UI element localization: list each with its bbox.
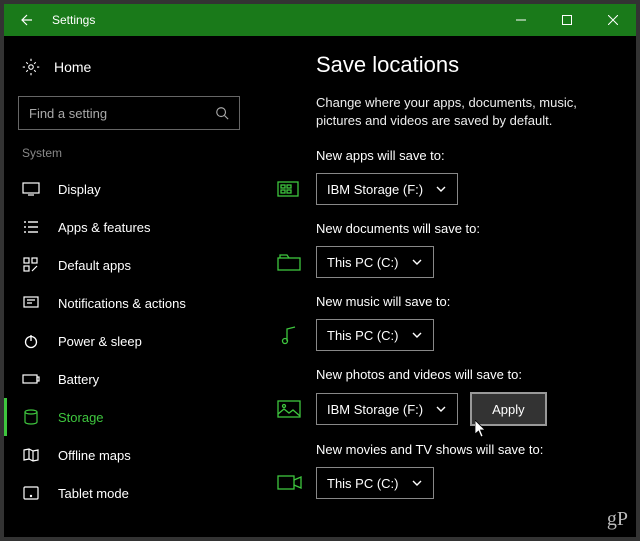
dropdown-value: This PC (C:) <box>327 476 399 491</box>
movies-drive-icon <box>276 472 304 494</box>
tablet-icon <box>22 484 40 502</box>
music-drive-icon <box>276 324 304 346</box>
section-label: System <box>4 146 254 170</box>
home-label: Home <box>54 59 91 75</box>
sidebar-item-storage[interactable]: Storage <box>4 398 254 436</box>
setting-label: New photos and videos will save to: <box>316 367 608 382</box>
map-icon <box>22 446 40 464</box>
chevron-down-icon <box>411 256 423 268</box>
chevron-down-icon <box>435 183 447 195</box>
music-location-dropdown[interactable]: This PC (C:) <box>316 319 434 351</box>
setting-label: New apps will save to: <box>316 148 608 163</box>
setting-label: New music will save to: <box>316 294 608 309</box>
minimize-button[interactable] <box>498 4 544 36</box>
sidebar-item-label: Display <box>58 182 101 197</box>
setting-photos: New photos and videos will save to: IBM … <box>316 367 608 426</box>
sidebar-item-label: Storage <box>58 410 104 425</box>
sidebar-item-offline-maps[interactable]: Offline maps <box>4 436 254 474</box>
setting-movies: New movies and TV shows will save to: Th… <box>316 442 608 499</box>
home-button[interactable]: Home <box>4 50 254 84</box>
maximize-button[interactable] <box>544 4 590 36</box>
sidebar-item-display[interactable]: Display <box>4 170 254 208</box>
display-icon <box>22 180 40 198</box>
photos-drive-icon <box>276 398 304 420</box>
sidebar-item-label: Battery <box>58 372 99 387</box>
setting-documents: New documents will save to: This PC (C:) <box>316 221 608 278</box>
sidebar-item-label: Apps & features <box>58 220 151 235</box>
photos-location-dropdown[interactable]: IBM Storage (F:) <box>316 393 458 425</box>
back-arrow-icon <box>18 12 34 28</box>
storage-icon <box>22 408 40 426</box>
page-description: Change where your apps, documents, music… <box>316 94 608 130</box>
apply-label: Apply <box>492 402 525 417</box>
sidebar-item-notifications[interactable]: Notifications & actions <box>4 284 254 322</box>
sidebar: Home Find a setting System Display Apps … <box>4 36 254 537</box>
window-title: Settings <box>52 13 95 27</box>
sidebar-item-battery[interactable]: Battery <box>4 360 254 398</box>
chevron-down-icon <box>411 329 423 341</box>
setting-label: New documents will save to: <box>316 221 608 236</box>
dropdown-value: This PC (C:) <box>327 255 399 270</box>
apps-drive-icon <box>276 178 304 200</box>
apps-location-dropdown[interactable]: IBM Storage (F:) <box>316 173 458 205</box>
movies-location-dropdown[interactable]: This PC (C:) <box>316 467 434 499</box>
sidebar-item-label: Notifications & actions <box>58 296 186 311</box>
back-button[interactable] <box>4 4 48 36</box>
search-icon <box>215 106 229 120</box>
notifications-icon <box>22 294 40 312</box>
battery-icon <box>22 370 40 388</box>
sidebar-item-tablet-mode[interactable]: Tablet mode <box>4 474 254 512</box>
search-input[interactable]: Find a setting <box>18 96 240 130</box>
sidebar-item-label: Tablet mode <box>58 486 129 501</box>
search-placeholder: Find a setting <box>29 106 215 121</box>
list-icon <box>22 218 40 236</box>
power-icon <box>22 332 40 350</box>
apply-button[interactable]: Apply <box>470 392 547 426</box>
grid-icon <box>22 256 40 274</box>
content-panel: Save locations Change where your apps, d… <box>254 36 636 537</box>
setting-music: New music will save to: This PC (C:) <box>316 294 608 351</box>
sidebar-item-label: Offline maps <box>58 448 131 463</box>
dropdown-value: IBM Storage (F:) <box>327 182 423 197</box>
sidebar-item-label: Default apps <box>58 258 131 273</box>
watermark: gP <box>607 508 628 531</box>
window-controls <box>498 4 636 36</box>
sidebar-item-label: Power & sleep <box>58 334 142 349</box>
dropdown-value: This PC (C:) <box>327 328 399 343</box>
sidebar-item-default-apps[interactable]: Default apps <box>4 246 254 284</box>
chevron-down-icon <box>411 477 423 489</box>
chevron-down-icon <box>435 403 447 415</box>
dropdown-value: IBM Storage (F:) <box>327 402 423 417</box>
setting-label: New movies and TV shows will save to: <box>316 442 608 457</box>
page-title: Save locations <box>316 52 608 78</box>
gear-icon <box>22 58 40 76</box>
sidebar-item-power[interactable]: Power & sleep <box>4 322 254 360</box>
sidebar-item-apps[interactable]: Apps & features <box>4 208 254 246</box>
titlebar: Settings <box>4 4 636 36</box>
close-button[interactable] <box>590 4 636 36</box>
documents-drive-icon <box>276 251 304 273</box>
setting-apps: New apps will save to: IBM Storage (F:) <box>316 148 608 205</box>
documents-location-dropdown[interactable]: This PC (C:) <box>316 246 434 278</box>
